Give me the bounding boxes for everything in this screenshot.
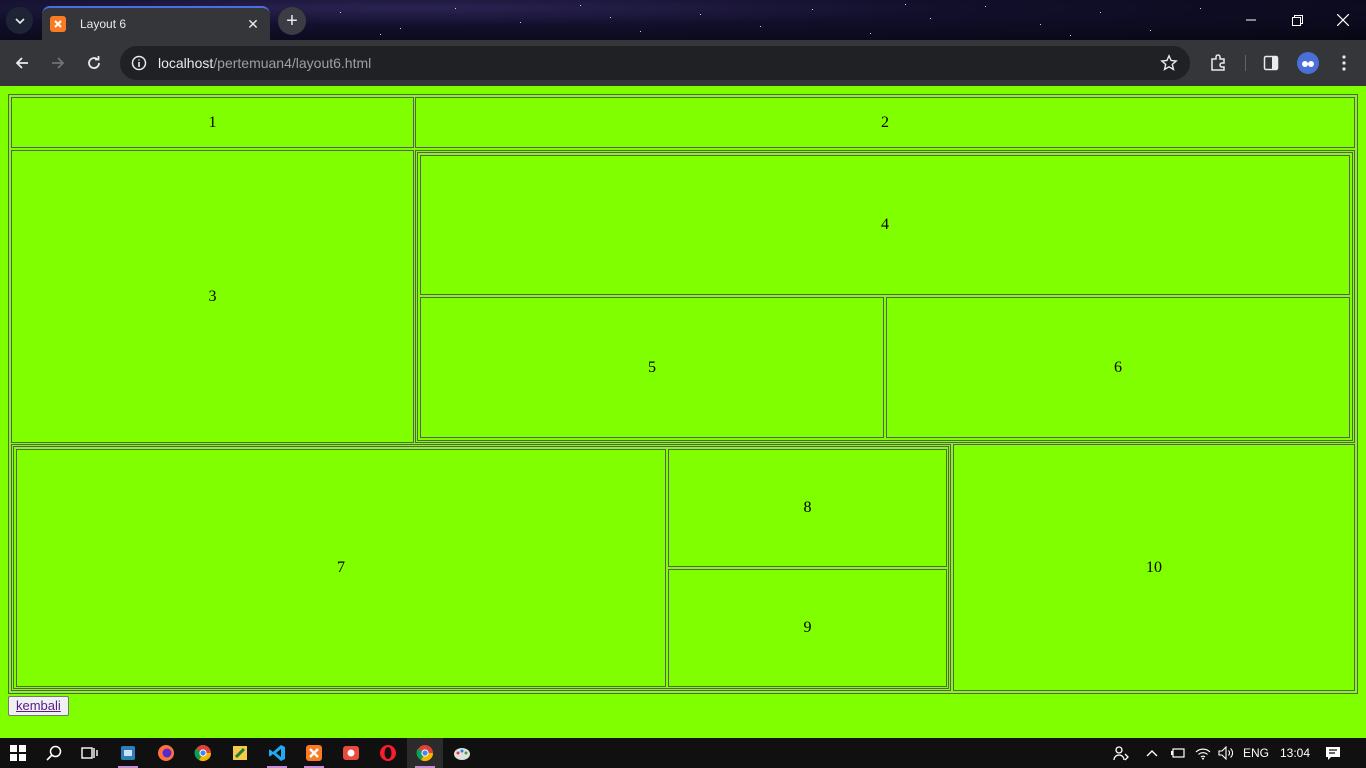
extensions-button[interactable] — [1204, 49, 1232, 77]
xampp-icon — [306, 745, 322, 761]
battery-button[interactable] — [1166, 738, 1190, 768]
cell-5-label: 5 — [648, 358, 656, 376]
taskbar-app-opera[interactable] — [370, 738, 406, 768]
chrome-icon — [416, 745, 434, 762]
wifi-icon — [1195, 748, 1211, 760]
taskbar-app-chrome[interactable] — [185, 738, 221, 768]
cell-8: 8 — [668, 449, 947, 567]
task-view-icon — [81, 747, 98, 759]
wifi-button[interactable] — [1191, 738, 1215, 768]
minimize-button[interactable] — [1228, 0, 1274, 40]
windows-start-icon — [10, 745, 26, 761]
chrome-icon — [194, 745, 212, 762]
restore-button[interactable] — [1274, 0, 1320, 40]
close-icon — [1337, 14, 1349, 26]
paint-icon — [454, 748, 470, 760]
speaker-icon — [1218, 746, 1233, 760]
new-tab-button[interactable]: + — [278, 7, 306, 35]
action-center-button[interactable] — [1316, 738, 1350, 768]
side-panel-icon — [1263, 55, 1279, 71]
cell-10: 10 — [953, 444, 1355, 691]
cell-4-label: 4 — [881, 216, 889, 233]
cell-8-label: 8 — [803, 499, 812, 516]
cell-2-label: 2 — [881, 113, 889, 131]
cell-9-label: 9 — [803, 619, 812, 636]
windows-taskbar: ENG 13:04 — [0, 738, 1366, 768]
cell-9: 9 — [668, 569, 947, 687]
cell-5: 5 — [420, 297, 884, 438]
language-indicator[interactable]: ENG — [1243, 738, 1269, 768]
toolbar-divider — [1245, 55, 1246, 71]
arrow-right-icon — [52, 57, 65, 69]
cell-2: 2 — [415, 97, 1355, 148]
task-view-button[interactable] — [72, 738, 108, 768]
cell-1: 1 — [11, 97, 414, 148]
address-bar[interactable]: localhost/pertemuan4/layout6.html — [120, 46, 1190, 80]
chevron-down-icon — [14, 17, 25, 24]
cell-7: 7 — [16, 449, 666, 687]
tab-title: Layout 6 — [80, 17, 127, 31]
side-panel-button[interactable] — [1257, 49, 1285, 77]
vscode-icon — [269, 745, 285, 761]
snip-icon — [343, 746, 359, 760]
close-window-button[interactable] — [1320, 0, 1366, 40]
taskbar-app-explorer[interactable] — [110, 738, 146, 768]
puzzle-icon — [1211, 54, 1225, 71]
url-text: localhost/pertemuan4/layout6.html — [158, 55, 372, 71]
profile-icon — [1302, 61, 1314, 67]
cell-4: 4 — [420, 155, 1350, 295]
active-tab[interactable]: Layout 6 ✕ — [42, 6, 270, 40]
taskbar-search-button[interactable] — [36, 738, 72, 768]
back-link-button[interactable]: kembali — [8, 696, 69, 716]
reload-icon — [88, 56, 100, 69]
bookmark-star-icon[interactable] — [1160, 54, 1178, 77]
tab-close-icon[interactable]: ✕ — [244, 16, 262, 33]
browser-titlebar: Layout 6 ✕ + — [0, 0, 1366, 40]
explorer-icon — [121, 746, 135, 760]
browser-menu-button[interactable] — [1330, 49, 1358, 77]
clock[interactable]: 13:04 — [1280, 738, 1310, 768]
cell-10-label: 10 — [1146, 558, 1162, 576]
firefox-icon — [158, 745, 174, 761]
taskbar-app-chrome-active[interactable] — [407, 738, 443, 768]
arrow-left-icon — [15, 57, 28, 69]
taskbar-app-firefox[interactable] — [148, 738, 184, 768]
cell-6-label: 6 — [1114, 358, 1122, 376]
opera-icon — [380, 745, 396, 761]
browser-toolbar: localhost/pertemuan4/layout6.html — [0, 40, 1366, 86]
cell-1-label: 1 — [208, 113, 217, 131]
search-icon — [46, 745, 62, 761]
site-info-icon[interactable] — [122, 46, 156, 80]
cell-3-label: 3 — [208, 287, 217, 305]
taskbar-app-sticky[interactable] — [222, 738, 258, 768]
sticky-app-icon — [233, 746, 247, 760]
people-icon — [1113, 746, 1129, 761]
taskbar-app-vscode[interactable] — [259, 738, 295, 768]
minimize-icon — [1246, 19, 1256, 21]
cell-7-label: 7 — [337, 559, 345, 576]
back-button[interactable] — [8, 49, 36, 77]
cell-3: 3 — [11, 150, 414, 443]
tab-search-button[interactable] — [6, 7, 33, 34]
people-button[interactable] — [1106, 738, 1136, 768]
restore-icon — [1291, 14, 1303, 26]
taskbar-app-paint[interactable] — [444, 738, 480, 768]
start-button[interactable] — [0, 738, 36, 768]
reload-button[interactable] — [80, 49, 108, 77]
chevron-up-icon — [1146, 750, 1158, 757]
cell-6: 6 — [886, 297, 1350, 438]
taskbar-app-snip[interactable] — [333, 738, 369, 768]
battery-icon — [1171, 748, 1185, 758]
volume-button[interactable] — [1214, 738, 1238, 768]
notifications-icon — [1326, 746, 1340, 760]
xampp-favicon-icon — [50, 16, 66, 32]
page-viewport: 1 2 3 4 5 6 7 8 9 10 kembali — [0, 86, 1366, 738]
tray-overflow-button[interactable] — [1140, 738, 1164, 768]
taskbar-app-xampp[interactable] — [296, 738, 332, 768]
forward-button[interactable] — [44, 49, 72, 77]
kebab-menu-icon — [1342, 55, 1346, 71]
profile-avatar[interactable] — [1297, 52, 1319, 74]
